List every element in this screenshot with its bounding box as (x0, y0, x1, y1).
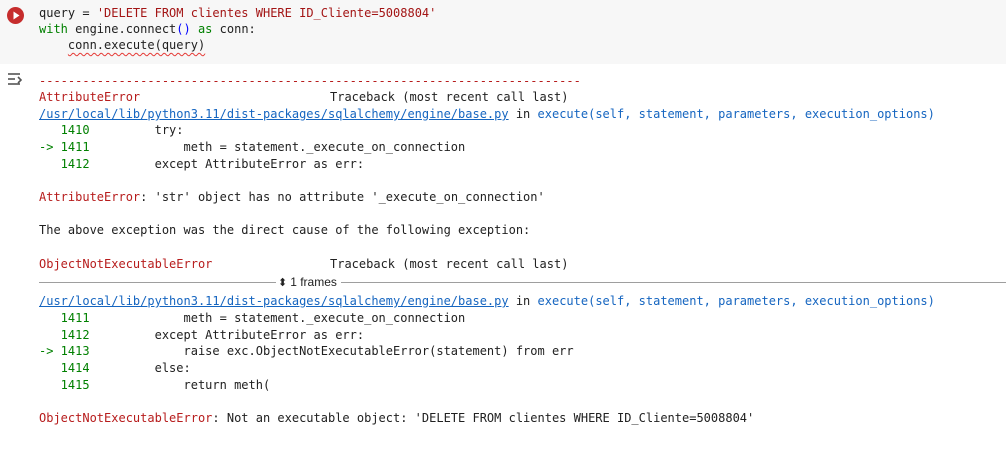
line-number: 1412 (39, 328, 97, 342)
frames-count: 1 frames (290, 275, 337, 289)
line-code: except AttributeError as err: (96, 328, 365, 342)
line-number: 1414 (39, 361, 97, 375)
code-keyword: with (39, 22, 68, 36)
code-keyword: as (190, 22, 213, 36)
traceback-header-2: ObjectNotExecutableError Traceback (most … (39, 256, 568, 272)
code-token: () (176, 22, 191, 36)
error-text: : 'str' object has no attribute '_execut… (140, 190, 545, 204)
code-context-line: 1414 else: (39, 360, 191, 376)
line-code: raise exc.ObjectNotExecutableError(state… (96, 344, 574, 358)
frame-location-2: /usr/local/lib/python3.11/dist-packages/… (39, 293, 935, 309)
code-context-line: 1410 try: (39, 122, 184, 138)
expand-frames-button[interactable]: ⬍ 1 frames (276, 274, 341, 290)
divider (39, 282, 276, 283)
error-message-1: AttributeError: 'str' object has no attr… (39, 189, 545, 205)
code-line-3: conn.execute(query) (39, 37, 436, 53)
code-context-line-current: -> 1411 meth = statement._execute_on_con… (39, 139, 465, 155)
divider (339, 282, 1006, 283)
code-context-line: 1415 return meth( (39, 377, 271, 393)
line-code: else: (96, 361, 191, 375)
error-text: : Not an executable object: 'DELETE FROM… (212, 411, 755, 425)
line-number: -> 1411 (39, 140, 97, 154)
line-code: meth = statement._execute_on_connection (96, 311, 466, 325)
error-name: ObjectNotExecutableError (39, 411, 213, 425)
code-context-line-current: -> 1413 raise exc.ObjectNotExecutableErr… (39, 343, 574, 359)
file-link[interactable]: /usr/local/lib/python3.11/dist-packages/… (39, 107, 509, 121)
traceback-label: Traceback (most recent call last) (330, 90, 569, 104)
line-code: return meth( (96, 378, 271, 392)
code-token: engine.connect (67, 22, 177, 36)
code-line-1: query = 'DELETE FROM clientes WHERE ID_C… (39, 5, 436, 21)
code-context-line: 1412 except AttributeError as err: (39, 327, 364, 343)
line-number: 1415 (39, 378, 97, 392)
line-number: 1411 (39, 311, 97, 325)
frame-location-1: /usr/local/lib/python3.11/dist-packages/… (39, 106, 935, 122)
collapsed-frames-bar[interactable]: ⬍ 1 frames (39, 274, 1006, 290)
error-name: ObjectNotExecutableError (39, 257, 213, 271)
chevron-updown-icon: ⬍ (278, 277, 288, 289)
cause-text: The above exception was the direct cause… (39, 223, 531, 237)
line-number: 1410 (39, 123, 97, 137)
line-number: 1412 (39, 157, 97, 171)
code-context-line: 1411 meth = statement._execute_on_connec… (39, 310, 466, 326)
code-line-2: with engine.connect() as conn: (39, 21, 436, 37)
in-word: in (508, 107, 538, 121)
line-code: meth = statement._execute_on_connection (96, 140, 466, 154)
output-settings-icon[interactable] (6, 71, 26, 89)
traceback-header-1: AttributeError Traceback (most recent cal… (39, 89, 568, 105)
code-cell[interactable]: query = 'DELETE FROM clientes WHERE ID_C… (0, 0, 1006, 64)
line-code: except AttributeError as err: (96, 157, 365, 171)
code-editor[interactable]: query = 'DELETE FROM clientes WHERE ID_C… (39, 5, 436, 53)
error-name: AttributeError (39, 190, 141, 204)
code-string: 'DELETE FROM clientes WHERE ID_Cliente=5… (96, 6, 437, 20)
code-context-line: 1412 except AttributeError as err: (39, 156, 364, 172)
in-word: in (508, 294, 538, 308)
traceback-label: Traceback (most recent call last) (330, 257, 569, 271)
line-number: -> 1413 (39, 344, 97, 358)
run-cell-button[interactable] (7, 7, 24, 24)
code-token: = (75, 6, 97, 20)
separator-line: ----------------------------------------… (39, 74, 581, 88)
line-code: try: (96, 123, 184, 137)
code-error-token: conn.execute(query) (67, 38, 206, 52)
error-message-2: ObjectNotExecutableError: Not an executa… (39, 410, 754, 426)
function-signature: execute(self, statement, parameters, exe… (537, 294, 935, 308)
code-token: conn: (212, 22, 256, 36)
play-icon (13, 11, 20, 20)
error-name: AttributeError (39, 90, 141, 104)
file-link[interactable]: /usr/local/lib/python3.11/dist-packages/… (39, 294, 509, 308)
code-token: query (39, 6, 76, 20)
function-signature: execute(self, statement, parameters, exe… (537, 107, 935, 121)
